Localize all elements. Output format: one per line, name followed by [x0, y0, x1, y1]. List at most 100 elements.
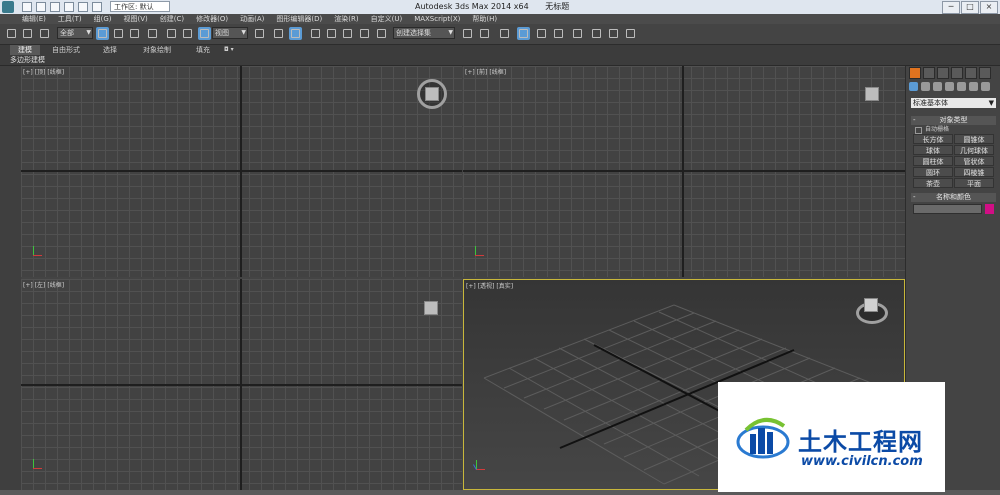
menu-group[interactable]: 组(G): [94, 14, 112, 24]
curve-editor-icon[interactable]: [535, 27, 548, 40]
create-tab-icon[interactable]: [909, 67, 921, 79]
menu-customize[interactable]: 自定义(U): [371, 14, 403, 24]
menu-create[interactable]: 创建(C): [160, 14, 184, 24]
systems-icon[interactable]: [981, 82, 990, 91]
sphere-button[interactable]: 球体: [913, 145, 953, 155]
tube-button[interactable]: 管状体: [954, 156, 994, 166]
viewcube-icon[interactable]: [865, 87, 879, 101]
pivot-center-icon[interactable]: [253, 27, 266, 40]
viewcube-icon[interactable]: [425, 87, 439, 101]
menu-views[interactable]: 视图(V): [124, 14, 148, 24]
material-editor-icon[interactable]: [571, 27, 584, 40]
tab-selection[interactable]: 选择: [103, 45, 117, 55]
hold-icon[interactable]: [92, 2, 102, 12]
window-crossing-icon[interactable]: [146, 27, 159, 40]
viewport-menu-plus[interactable]: [+]: [23, 69, 33, 76]
minimize-button[interactable]: ─: [942, 1, 960, 14]
cylinder-button[interactable]: 圆柱体: [913, 156, 953, 166]
tab-object-paint[interactable]: 对象绘制: [143, 45, 171, 55]
menu-tools[interactable]: 工具(T): [58, 14, 82, 24]
menu-maxscript[interactable]: MAXScript(X): [414, 14, 460, 24]
cone-button[interactable]: 圆锥体: [954, 134, 994, 144]
viewport-menu-plus[interactable]: [+]: [465, 69, 475, 76]
menu-animation[interactable]: 动画(A): [240, 14, 264, 24]
menu-rendering[interactable]: 渲染(R): [334, 14, 358, 24]
unlink-icon[interactable]: [21, 27, 34, 40]
close-button[interactable]: ×: [980, 1, 998, 14]
select-by-name-icon[interactable]: [112, 27, 125, 40]
cameras-icon[interactable]: [945, 82, 954, 91]
reference-coordinate-dropdown[interactable]: 视图 ▼: [212, 27, 248, 39]
menu-help[interactable]: 帮助(H): [472, 14, 497, 24]
app-logo-icon[interactable]: [2, 1, 14, 13]
plane-button[interactable]: 平面: [954, 178, 994, 188]
align-icon[interactable]: [478, 27, 491, 40]
menu-edit[interactable]: 编辑(E): [22, 14, 46, 24]
select-object-icon[interactable]: [96, 27, 109, 40]
bind-space-warp-icon[interactable]: [38, 27, 51, 40]
tab-modeling[interactable]: 建模: [10, 45, 40, 55]
viewport-view-label[interactable]: [前]: [477, 69, 488, 76]
viewport-shading-label[interactable]: [线框]: [489, 69, 506, 76]
workspace-dropdown[interactable]: 工作区: 默认: [110, 1, 170, 12]
keyboard-shortcut-override-icon[interactable]: [289, 27, 302, 40]
space-warps-icon[interactable]: [969, 82, 978, 91]
menu-modifiers[interactable]: 修改器(O): [196, 14, 228, 24]
menu-graph-editors[interactable]: 图形编辑器(D): [276, 14, 322, 24]
viewcube-icon[interactable]: [864, 298, 878, 312]
geosphere-button[interactable]: 几何球体: [954, 145, 994, 155]
viewport-shading-label[interactable]: [线框]: [47, 282, 64, 289]
hierarchy-tab-icon[interactable]: [937, 67, 949, 79]
maximize-button[interactable]: □: [961, 1, 979, 14]
modify-tab-icon[interactable]: [923, 67, 935, 79]
helpers-icon[interactable]: [957, 82, 966, 91]
geometry-icon[interactable]: [909, 82, 918, 91]
shapes-icon[interactable]: [921, 82, 930, 91]
viewport-left[interactable]: [+] [左] [线框]: [21, 279, 462, 490]
tab-freeform[interactable]: 自由形式: [52, 45, 80, 55]
torus-button[interactable]: 圆环: [913, 167, 953, 177]
object-type-header[interactable]: - 对象类型: [911, 116, 996, 125]
rendered-frame-window-icon[interactable]: [607, 27, 620, 40]
viewport-view-label[interactable]: [顶]: [35, 69, 46, 76]
new-file-icon[interactable]: [22, 2, 32, 12]
select-move-icon[interactable]: [165, 27, 178, 40]
percent-snap-icon[interactable]: [341, 27, 354, 40]
utilities-tab-icon[interactable]: [979, 67, 991, 79]
spinner-snap-icon[interactable]: [358, 27, 371, 40]
render-production-icon[interactable]: [624, 27, 637, 40]
tab-populate[interactable]: 填充: [196, 45, 210, 55]
viewcube-icon[interactable]: [424, 301, 438, 315]
polygon-modeling-label[interactable]: 多边形建模: [10, 55, 45, 65]
undo-icon[interactable]: [64, 2, 74, 12]
object-color-swatch[interactable]: [985, 204, 994, 214]
viewport-menu-plus[interactable]: [+]: [23, 282, 33, 289]
named-selection-dropdown[interactable]: 创建选择集 ▼: [393, 27, 455, 39]
render-setup-icon[interactable]: [590, 27, 603, 40]
redo-icon[interactable]: [78, 2, 88, 12]
teapot-button[interactable]: 茶壶: [913, 178, 953, 188]
select-manipulate-icon[interactable]: [272, 27, 285, 40]
ribbon-options-icon[interactable]: ◘ ▾: [224, 45, 234, 55]
pyramid-button[interactable]: 四棱锥: [954, 167, 994, 177]
edit-named-selection-icon[interactable]: [375, 27, 388, 40]
display-tab-icon[interactable]: [965, 67, 977, 79]
save-file-icon[interactable]: [50, 2, 60, 12]
open-file-icon[interactable]: [36, 2, 46, 12]
graphite-ribbon-icon[interactable]: [517, 27, 530, 40]
select-rotate-icon[interactable]: [181, 27, 194, 40]
select-scale-icon[interactable]: [198, 27, 211, 40]
angle-snap-icon[interactable]: [325, 27, 338, 40]
snaps-toggle-icon[interactable]: [309, 27, 322, 40]
autogrid-checkbox[interactable]: 自动栅格: [911, 125, 996, 134]
viewport-view-label[interactable]: [左]: [35, 282, 46, 289]
select-link-icon[interactable]: [5, 27, 18, 40]
schematic-view-icon[interactable]: [552, 27, 565, 40]
object-name-input[interactable]: [913, 204, 982, 214]
motion-tab-icon[interactable]: [951, 67, 963, 79]
geometry-type-dropdown[interactable]: 标准基本体 ▼: [911, 98, 996, 108]
mirror-icon[interactable]: [461, 27, 474, 40]
viewport-top[interactable]: [+] [顶] [线框]: [21, 66, 462, 277]
selection-filter-dropdown[interactable]: 全部 ▼: [57, 27, 93, 39]
lights-icon[interactable]: [933, 82, 942, 91]
